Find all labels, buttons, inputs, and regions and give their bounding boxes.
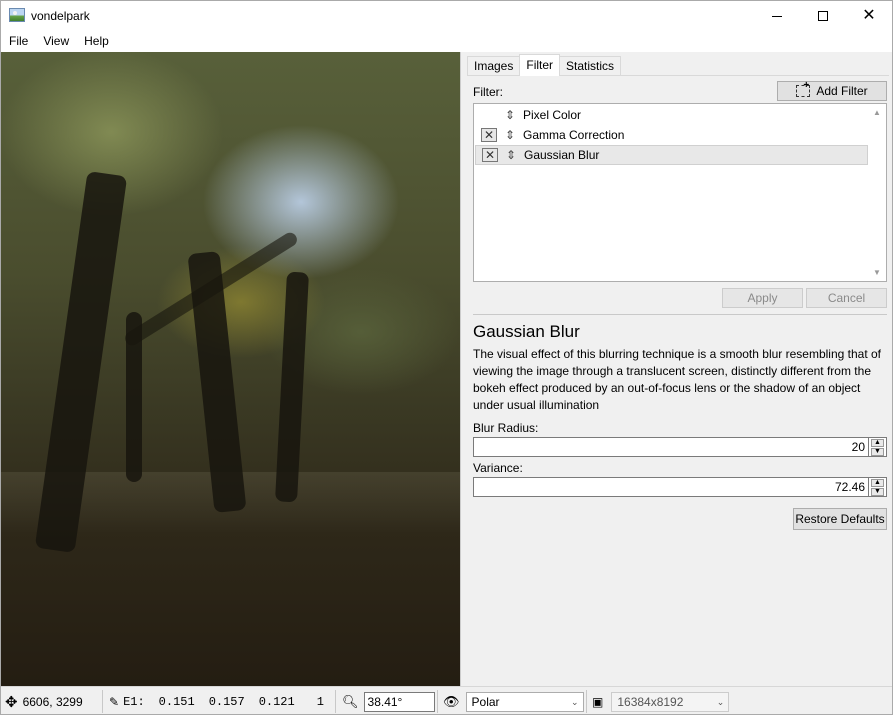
add-filter-button[interactable]: Add Filter <box>777 80 887 101</box>
blur-radius-label: Blur Radius: <box>473 421 539 435</box>
side-panel: Images Filter Statistics Filter: Add Fil… <box>460 52 892 686</box>
window-title: vondelpark <box>31 9 90 23</box>
tab-filter[interactable]: Filter <box>519 54 561 76</box>
pixel-value-section: ✎ E1: 0.151 0.157 0.121 1 <box>109 687 324 714</box>
filter-item-label: Gamma Correction <box>523 128 625 142</box>
drag-handle-icon[interactable]: ⇕ <box>504 148 518 162</box>
menu-view[interactable]: View <box>35 31 76 52</box>
blur-radius-stepper[interactable]: 20 ▲ ▼ <box>473 437 887 457</box>
image-icon <box>9 8 25 22</box>
add-filter-icon <box>796 80 811 97</box>
chevron-down-icon: ⌄ <box>570 696 579 707</box>
list-item[interactable]: ⇕ Pixel Color <box>475 105 868 125</box>
restore-defaults-button[interactable]: Restore Defaults <box>793 508 887 530</box>
separator <box>473 314 887 315</box>
pixel-value-a: 1 <box>316 694 324 709</box>
cursor-position: 6606, 3299 <box>22 694 83 709</box>
minimize-icon <box>772 15 782 17</box>
resolution-select[interactable]: 16384x8192 ⌄ <box>611 691 730 712</box>
pixel-value-g: 0.157 <box>208 694 245 709</box>
list-item[interactable]: ✕ ⇕ Gamma Correction <box>475 125 868 145</box>
image-size-icon: ▣ <box>592 694 604 709</box>
close-button[interactable]: ✕ <box>846 1 892 31</box>
minimize-button[interactable] <box>754 1 800 31</box>
eyedropper-icon: ✎ <box>109 694 120 709</box>
drag-handle-icon[interactable]: ⇕ <box>503 108 517 122</box>
tab-statistics[interactable]: Statistics <box>559 56 622 76</box>
projection-select[interactable]: Polar ⌄ <box>465 691 584 712</box>
menu-help[interactable]: Help <box>76 31 116 52</box>
position-section: ✥ 6606, 3299 <box>5 687 83 714</box>
cancel-button[interactable]: Cancel <box>806 288 887 308</box>
status-bar: ✥ 6606, 3299 ✎ E1: 0.151 0.157 0.121 1 🔍… <box>1 686 892 714</box>
variance-stepper[interactable]: 72.46 ▲ ▼ <box>473 477 887 497</box>
increment-icon[interactable]: ▲ <box>871 479 884 487</box>
maximize-icon <box>818 11 828 21</box>
tree-trunk <box>274 271 310 503</box>
decrement-icon[interactable]: ▼ <box>871 488 884 496</box>
apply-button[interactable]: Apply <box>722 288 803 308</box>
scroll-down-icon[interactable]: ▼ <box>873 268 881 277</box>
filter-item-label: Gaussian Blur <box>524 148 600 162</box>
menu-bar: File View Help <box>1 31 892 52</box>
zoom-field[interactable]: 38.41° <box>363 691 435 712</box>
drag-handle-icon[interactable]: ⇕ <box>503 128 517 142</box>
projection-section: 👁︎ Polar ⌄ <box>443 687 584 714</box>
chevron-down-icon: ⌄ <box>716 696 725 707</box>
blur-radius-field[interactable]: 20 <box>473 437 869 457</box>
pixel-value-r: 0.151 <box>158 694 195 709</box>
filter-title: Gaussian Blur <box>473 322 580 341</box>
list-item[interactable]: ✕ ⇕ Gaussian Blur <box>475 145 868 165</box>
decrement-icon[interactable]: ▼ <box>871 448 884 456</box>
filter-item-label: Pixel Color <box>523 108 582 122</box>
resolution-section: ▣ 16384x8192 ⌄ <box>592 687 730 714</box>
image-viewport[interactable] <box>1 52 460 686</box>
filter-description: The visual effect of this blurring techn… <box>473 347 881 412</box>
app-window: vondelpark ✕ File View Help Images Filte… <box>0 0 893 715</box>
menu-file[interactable]: File <box>1 31 35 52</box>
close-icon: ✕ <box>862 7 876 24</box>
filter-list[interactable]: ⇕ Pixel Color ✕ ⇕ Gamma Correction ✕ ⇕ G… <box>473 103 887 282</box>
tab-images[interactable]: Images <box>467 56 521 76</box>
add-filter-label: Add Filter <box>816 84 868 98</box>
tab-bar: Images Filter Statistics <box>467 54 622 76</box>
pixel-layer-label: E1: <box>123 694 145 709</box>
stepper-buttons: ▲ ▼ <box>869 437 887 457</box>
eye-icon: 👁︎ <box>443 693 460 709</box>
magnifier-icon: 🔍︎ <box>342 693 359 709</box>
resolution-value: 16384x8192 <box>617 694 684 709</box>
stepper-buttons: ▲ ▼ <box>869 477 887 497</box>
enabled-checkbox[interactable]: ✕ <box>482 148 498 162</box>
maximize-button[interactable] <box>800 1 846 31</box>
scroll-up-icon[interactable]: ▲ <box>873 108 881 117</box>
variance-label: Variance: <box>473 461 523 475</box>
title-bar: vondelpark ✕ <box>1 1 892 31</box>
projection-value: Polar <box>471 694 500 709</box>
filter-label: Filter: <box>473 85 503 99</box>
variance-field[interactable]: 72.46 <box>473 477 869 497</box>
zoom-section: 🔍︎ 38.41° <box>342 687 435 714</box>
move-icon: ✥ <box>5 693 18 711</box>
increment-icon[interactable]: ▲ <box>871 439 884 447</box>
pixel-value-b: 0.121 <box>258 694 295 709</box>
enabled-checkbox[interactable]: ✕ <box>481 128 497 142</box>
